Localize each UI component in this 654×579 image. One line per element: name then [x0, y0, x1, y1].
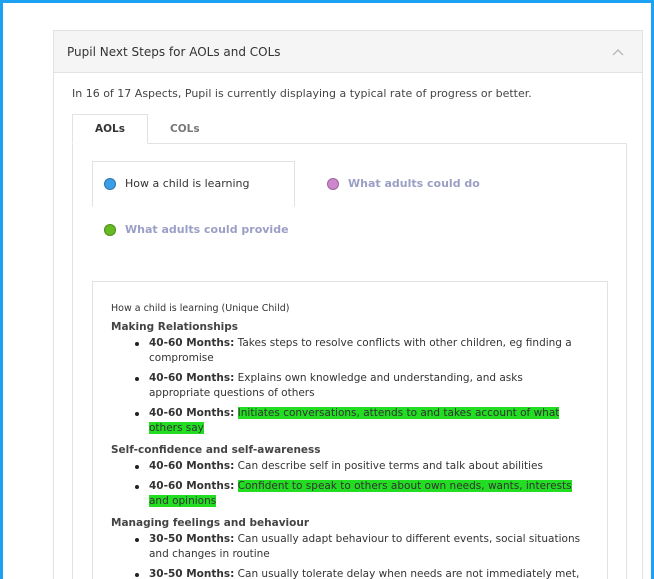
tab-content: How a child is learning What adults coul… — [72, 143, 627, 579]
tab-cols[interactable]: COLs — [148, 114, 222, 144]
subtab-label: What adults could provide — [125, 223, 289, 236]
section-title: Self-confidence and self-awareness — [111, 444, 321, 456]
list-item: 40-60 Months: Confident to speak to othe… — [111, 479, 581, 509]
blue-dot-icon — [104, 177, 116, 190]
next-steps-panel: Pupil Next Steps for AOLs and COLs In 16… — [53, 30, 643, 579]
list-item: 30-50 Months: Can usually adapt behaviou… — [111, 532, 581, 562]
aol-col-tabs: AOLs COLs — [72, 114, 222, 144]
subtab-label: What adults could do — [348, 177, 480, 190]
section-title: Making Relationships — [111, 321, 239, 333]
section-making-relationships: Making Relationships 40-60 Months: Takes… — [111, 321, 589, 436]
subtab-how-child-learning[interactable]: How a child is learning — [104, 177, 250, 190]
window-frame: Pupil Next Steps for AOLs and COLs In 16… — [0, 0, 654, 579]
tab-aols[interactable]: AOLs — [72, 114, 148, 144]
subtab-label: How a child is learning — [125, 177, 250, 190]
subtab-what-adults-could-do[interactable]: What adults could do — [327, 177, 480, 190]
panel-header[interactable]: Pupil Next Steps for AOLs and COLs — [54, 31, 642, 73]
list-item: 40-60 Months: Initiates conversations, a… — [111, 406, 581, 436]
list-item: 40-60 Months: Explains own knowledge and… — [111, 371, 581, 401]
purple-dot-icon — [327, 177, 339, 190]
section-self-confidence: Self-confidence and self-awareness 40-60… — [111, 444, 589, 509]
section-title: Managing feelings and behaviour — [111, 517, 310, 529]
list-item: 30-50 Months: Can usually tolerate delay… — [111, 567, 581, 579]
section-managing-feelings: Managing feelings and behaviour 30-50 Mo… — [111, 517, 589, 579]
next-steps-content: How a child is learning (Unique Child) M… — [92, 281, 608, 579]
list-item: 40-60 Months: Takes steps to resolve con… — [111, 336, 581, 366]
list-item: 40-60 Months: Can describe self in posit… — [111, 459, 581, 474]
green-dot-icon — [104, 223, 116, 236]
subtab-what-adults-could-provide[interactable]: What adults could provide — [104, 223, 289, 236]
panel-title: Pupil Next Steps for AOLs and COLs — [67, 44, 281, 59]
content-heading: How a child is learning (Unique Child) — [111, 303, 290, 314]
chevron-up-icon[interactable] — [608, 42, 628, 62]
progress-summary: In 16 of 17 Aspects, Pupil is currently … — [72, 87, 532, 100]
